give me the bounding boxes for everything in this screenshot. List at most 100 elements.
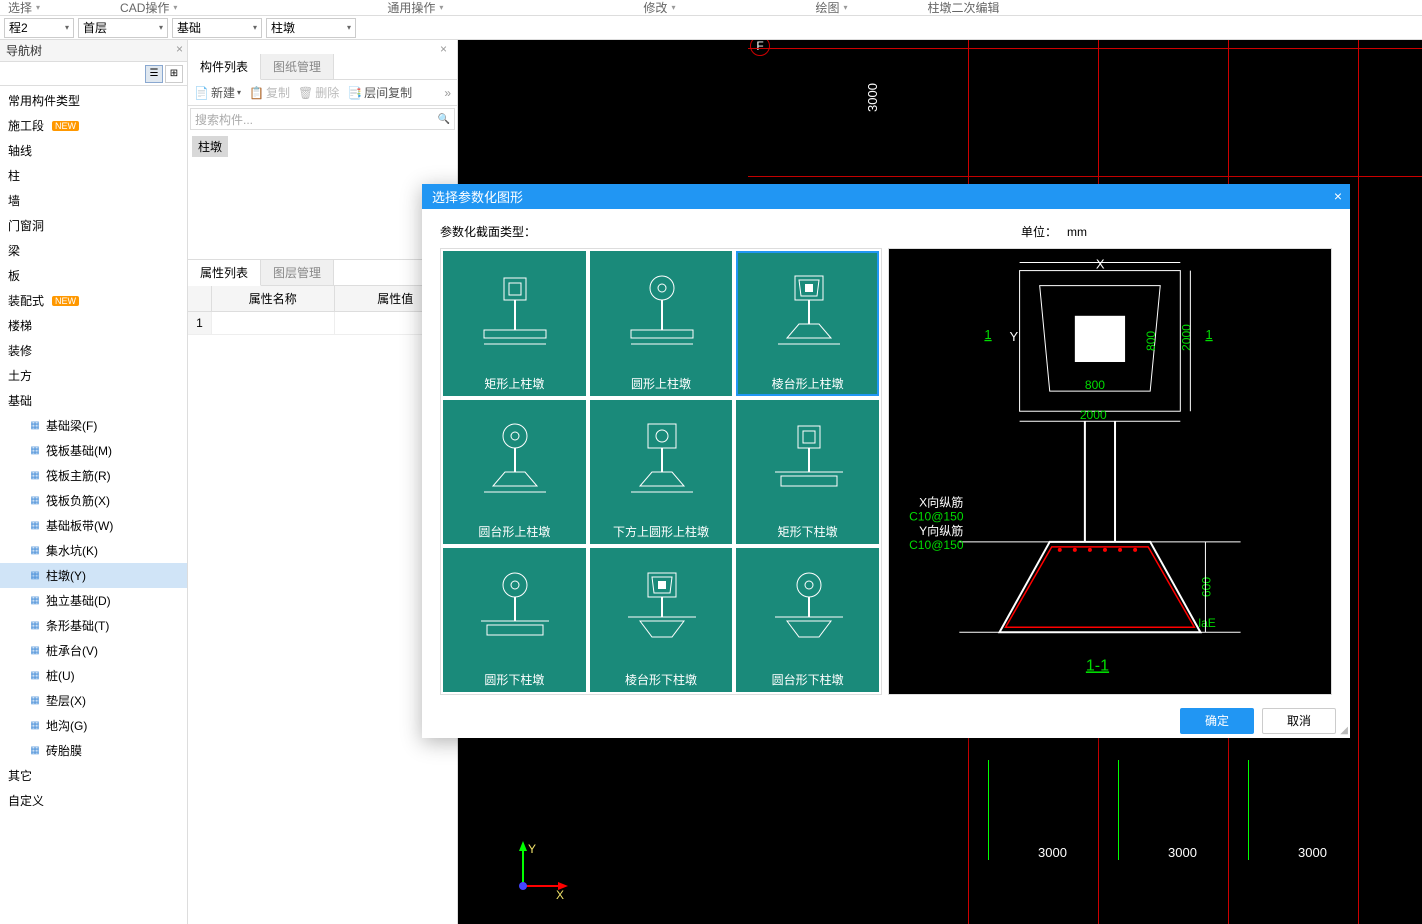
- toolbar-cad[interactable]: CAD操作: [120, 0, 177, 16]
- tree-sub-item[interactable]: ▦砖胎膜: [0, 738, 187, 763]
- toolbar-draw[interactable]: 绘图: [815, 0, 847, 16]
- tree-sub-item[interactable]: ▦ 基础梁(F): [0, 413, 187, 438]
- shape-icon: [443, 548, 586, 671]
- tree-sub-item[interactable]: ▦ 地沟(G): [0, 713, 187, 738]
- tree-item[interactable]: 装修: [0, 338, 187, 363]
- tree-item[interactable]: 基础: [0, 388, 187, 413]
- tree-item[interactable]: 施工段NEW: [0, 113, 187, 138]
- shape-icon: [443, 400, 586, 523]
- tree-item[interactable]: 板: [0, 263, 187, 288]
- shape-icon: [736, 400, 879, 523]
- props-row-name[interactable]: [212, 312, 335, 334]
- tree-item-icon: ▦: [28, 444, 42, 458]
- tree-item[interactable]: 柱: [0, 163, 187, 188]
- tree-label: 自定义: [8, 792, 44, 809]
- tree-label: 柱: [8, 167, 20, 184]
- cancel-button[interactable]: 取消: [1262, 708, 1336, 734]
- toolbar-common[interactable]: 通用操作: [387, 0, 443, 16]
- tree-sub-item[interactable]: ▦条形基础(T): [0, 613, 187, 638]
- tree-item[interactable]: 轴线: [0, 138, 187, 163]
- svg-text:2000: 2000: [1080, 409, 1107, 423]
- tree-sub-label: 筏板负筋(X): [46, 492, 110, 509]
- component-value: 柱墩: [271, 19, 295, 36]
- tab-component-list[interactable]: 构件列表: [188, 54, 261, 80]
- nav-tree[interactable]: 常用构件类型施工段NEW轴线柱墙门窗洞梁板装配式NEW 楼梯装修土方基础 ▦ 基础梁(…: [0, 86, 187, 924]
- tree-sub-label: 桩(U): [46, 667, 75, 684]
- copy-button[interactable]: 📋复制: [249, 84, 290, 101]
- resize-grip-icon[interactable]: ◢: [1340, 725, 1348, 736]
- tree-sub-item[interactable]: ▦桩(U): [0, 663, 187, 688]
- tree-sub-item[interactable]: ▦垫层(X): [0, 688, 187, 713]
- tab-drawing-mgmt[interactable]: 图纸管理: [261, 54, 334, 79]
- shape-option[interactable]: 矩形上柱墩: [443, 251, 586, 395]
- components-close-icon[interactable]: ×: [184, 42, 453, 56]
- tree-sub-item[interactable]: ▦柱墩(Y): [0, 563, 187, 588]
- floor-selector[interactable]: 首层: [78, 18, 168, 38]
- tree-sub-label: 基础梁(F): [46, 417, 97, 434]
- tree-item-icon: ▦: [28, 419, 42, 433]
- floor-copy-button[interactable]: 📑层间复制: [347, 84, 412, 101]
- nav-close-icon[interactable]: ×: [176, 42, 183, 56]
- more-icon[interactable]: »: [444, 86, 451, 100]
- section-type-label: 参数化截面类型：: [440, 223, 1021, 240]
- shape-option[interactable]: 圆台形下柱墩: [736, 548, 879, 692]
- new-button[interactable]: 📄新建▾: [194, 84, 241, 101]
- tree-item-icon: ▦: [28, 719, 42, 733]
- dialog-titlebar[interactable]: 选择参数化图形 ×: [422, 184, 1350, 209]
- shape-option[interactable]: 棱台形上柱墩: [736, 251, 879, 395]
- nav-view-buttons: ☰ ⊞: [0, 62, 187, 86]
- tree-sub-label: 地沟(G): [46, 717, 87, 734]
- tree-item[interactable]: 墙: [0, 188, 187, 213]
- tree-sub-item[interactable]: ▦独立基础(D): [0, 588, 187, 613]
- component-item[interactable]: 柱墩: [192, 136, 228, 157]
- search-input[interactable]: 搜索构件...: [190, 108, 455, 130]
- tree-item[interactable]: 常用构件类型: [0, 88, 187, 113]
- components-panel: × 构件列表 图纸管理 📄新建▾ 📋复制 🗑删除 📑层间复制 » 搜索构件...…: [188, 40, 458, 260]
- shape-option[interactable]: 圆形上柱墩: [590, 251, 733, 395]
- props-header: 属性名称 属性值: [188, 286, 457, 312]
- main-toolbar: 选择 CAD操作 通用操作 修改 绘图 柱墩二次编辑: [0, 0, 1422, 16]
- component-selector[interactable]: 柱墩: [266, 18, 356, 38]
- toolbar-modify[interactable]: 修改: [643, 0, 675, 16]
- tree-item[interactable]: 梁: [0, 238, 187, 263]
- tree-item[interactable]: 装配式NEW: [0, 288, 187, 313]
- floor-copy-label: 层间复制: [364, 84, 412, 101]
- components-toolbar: 📄新建▾ 📋复制 🗑删除 📑层间复制 »: [188, 80, 457, 106]
- shape-label: 圆台形上柱墩: [478, 523, 550, 540]
- shape-option[interactable]: 圆形下柱墩: [443, 548, 586, 692]
- tree-sub-item[interactable]: ▦筏板主筋(R): [0, 463, 187, 488]
- tree-sub-item[interactable]: ▦基础板带(W): [0, 513, 187, 538]
- shape-label: 矩形上柱墩: [484, 375, 544, 392]
- tree-item[interactable]: 门窗洞: [0, 213, 187, 238]
- toolbar-pier-edit[interactable]: 柱墩二次编辑: [927, 0, 999, 16]
- category-selector[interactable]: 基础: [172, 18, 262, 38]
- tree-sub-item[interactable]: ▦筏板基础(M): [0, 438, 187, 463]
- shape-option[interactable]: 下方上圆形上柱墩: [590, 400, 733, 544]
- tree-item[interactable]: 楼梯: [0, 313, 187, 338]
- component-list: 柱墩: [188, 132, 457, 259]
- tree-item-icon: ▦: [28, 744, 42, 758]
- tree-item-icon: ▦: [28, 644, 42, 658]
- toolbar-select[interactable]: 选择: [8, 0, 40, 16]
- view-grid-icon[interactable]: ⊞: [165, 65, 183, 83]
- shape-grid: 矩形上柱墩 圆形上柱墩棱台形上柱墩圆台形上柱墩 下方上圆形上柱墩矩形下柱墩圆形下柱墩…: [440, 248, 882, 695]
- tree-item[interactable]: 其它: [0, 763, 187, 788]
- shape-option[interactable]: 棱台形下柱墩: [590, 548, 733, 692]
- project-selector[interactable]: 程2: [4, 18, 74, 38]
- tree-sub-item[interactable]: ▦集水坑(K): [0, 538, 187, 563]
- tree-item[interactable]: 自定义: [0, 788, 187, 813]
- tree-label: 施工段: [8, 117, 44, 134]
- tree-label: 楼梯: [8, 317, 32, 334]
- shape-option[interactable]: 圆台形上柱墩: [443, 400, 586, 544]
- tree-item[interactable]: 土方: [0, 363, 187, 388]
- dialog-close-icon[interactable]: ×: [1334, 188, 1342, 204]
- tab-props-list[interactable]: 属性列表: [188, 260, 261, 286]
- tree-sub-item[interactable]: ▦桩承台(V): [0, 638, 187, 663]
- view-list-icon[interactable]: ☰: [145, 65, 163, 83]
- props-row[interactable]: 1: [188, 312, 457, 335]
- tab-layer-mgmt[interactable]: 图层管理: [261, 260, 334, 285]
- shape-option[interactable]: 矩形下柱墩: [736, 400, 879, 544]
- delete-button[interactable]: 🗑删除: [298, 84, 339, 101]
- tree-sub-item[interactable]: ▦筏板负筋(X): [0, 488, 187, 513]
- ok-button[interactable]: 确定: [1180, 708, 1254, 734]
